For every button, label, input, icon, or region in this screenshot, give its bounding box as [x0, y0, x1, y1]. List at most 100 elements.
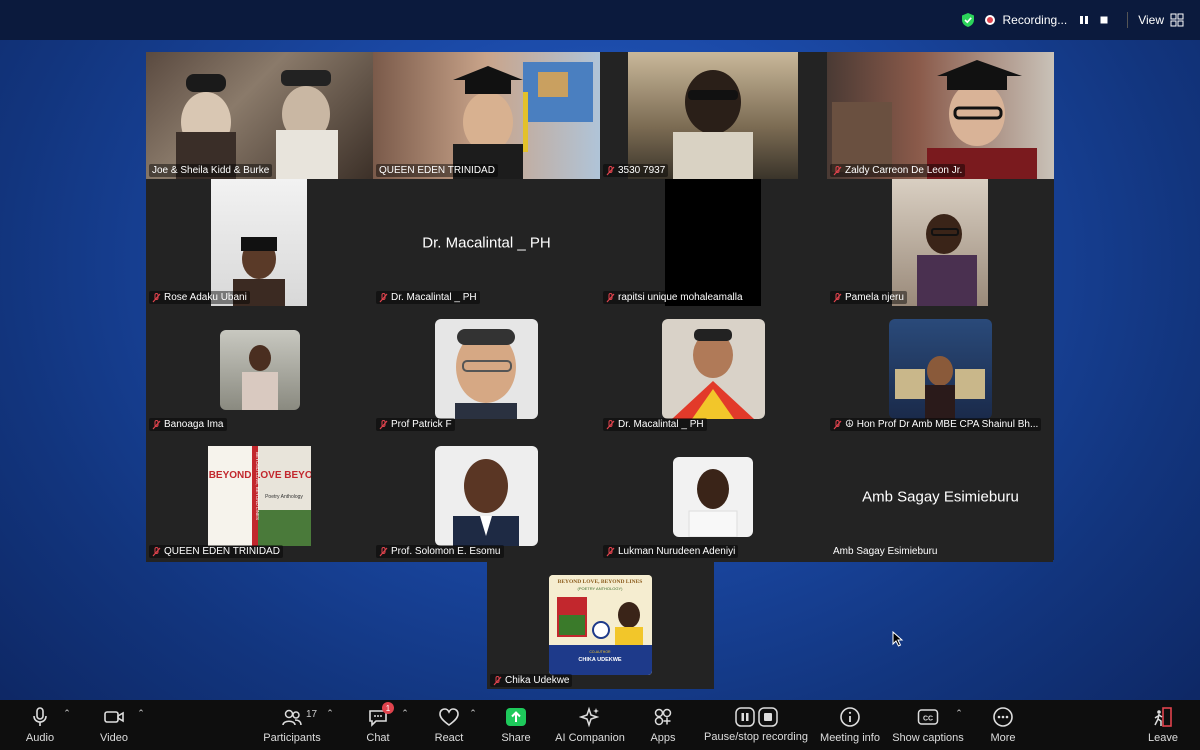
- participant-video-image: [917, 214, 977, 306]
- chevron-up-icon: ⌃: [137, 708, 145, 718]
- participant-name: Rose Adaku Ubani: [149, 291, 250, 304]
- react-label: React: [434, 732, 464, 744]
- participant-tile[interactable]: Zaldy Carreon De Leon Jr.: [827, 52, 1054, 179]
- book-flyer-avatar: BEYOND LOVE, BEYOND LINES (POETRY ANTHOL…: [549, 575, 652, 675]
- book-cover-image: BEYOND LOVE BEYOND LINES Poetry Antholog…: [208, 446, 360, 546]
- video-options-caret[interactable]: ⌃: [134, 700, 148, 750]
- mic-muted-icon: [606, 546, 615, 556]
- react-options-caret[interactable]: ⌃: [466, 700, 480, 750]
- mic-muted-icon: [152, 292, 161, 302]
- mic-muted-icon: [833, 292, 842, 302]
- participant-tile[interactable]: BEYOND LOVE BEYOND LINES Poetry Antholog…: [146, 433, 373, 560]
- participant-name: Chika Udekwe: [490, 674, 573, 687]
- participant-video-image: [673, 70, 753, 179]
- mic-muted-icon: [606, 165, 615, 175]
- participant-video: [628, 52, 798, 179]
- view-button[interactable]: View: [1138, 13, 1164, 27]
- apps-button[interactable]: Apps: [645, 700, 681, 750]
- participant-tile[interactable]: Prof. Solomon E. Esomu: [373, 433, 600, 560]
- book-cover-subtitle: Poetry Anthology: [265, 494, 303, 500]
- participant-name: ☮ Hon Prof Dr Amb MBE CPA Shainul Bh...: [830, 418, 1042, 431]
- microphone-icon: [33, 707, 47, 726]
- participant-tile[interactable]: Dr. Macalintal _ PH: [600, 306, 827, 433]
- leave-button[interactable]: Leave: [1145, 700, 1181, 750]
- shield-icon[interactable]: [961, 13, 975, 27]
- participant-video-image: [453, 62, 593, 179]
- participant-avatar-photo: [435, 319, 538, 419]
- more-button[interactable]: More: [985, 700, 1021, 750]
- participant-name: Banoaga Ima: [149, 418, 227, 431]
- participants-label: Participants: [263, 732, 321, 744]
- divider: [1127, 12, 1129, 28]
- mic-muted-icon: [379, 292, 388, 302]
- video-off-name: Amb Sagay Esimieburu: [862, 488, 1019, 505]
- captions-options-caret[interactable]: ⌃: [952, 700, 966, 750]
- recording-controls: [734, 707, 778, 727]
- participant-name: Dr. Macalintal _ PH: [376, 291, 480, 304]
- video-button[interactable]: Video: [94, 700, 134, 750]
- participant-name: Zaldy Carreon De Leon Jr.: [830, 164, 966, 177]
- participant-tile[interactable]: Lukman Nurudeen Adeniyi: [600, 433, 827, 560]
- mic-muted-icon: [152, 419, 161, 429]
- mic-muted-icon: [379, 419, 388, 429]
- participant-tile[interactable]: rapitsi unique mohaleamalla: [600, 179, 827, 306]
- meeting-info-button[interactable]: Meeting info: [818, 700, 882, 750]
- participant-tile[interactable]: BEYOND LOVE, BEYOND LINES (POETRY ANTHOL…: [487, 562, 714, 689]
- participant-tile[interactable]: Dr. Macalintal _ PH Dr. Macalintal _ PH: [373, 179, 600, 306]
- stop-recording-icon[interactable]: [1097, 13, 1111, 27]
- chevron-up-icon: ⌃: [401, 708, 409, 718]
- participant-name: QUEEN EDEN TRINIDAD: [149, 545, 283, 558]
- participant-tile[interactable]: ☮ Hon Prof Dr Amb MBE CPA Shainul Bh...: [827, 306, 1054, 433]
- share-screen-icon: [506, 708, 526, 726]
- mic-muted-icon: [152, 546, 161, 556]
- mic-muted-icon: [833, 165, 842, 175]
- chat-unread-badge: 1: [382, 702, 394, 714]
- participant-tile[interactable]: Banoaga Ima: [146, 306, 373, 433]
- participant-tile[interactable]: Prof Patrick F: [373, 306, 600, 433]
- chevron-up-icon: ⌃: [326, 708, 334, 718]
- participant-name: Joe & Sheila Kidd & Burke: [149, 164, 273, 177]
- chat-button[interactable]: Chat 1: [360, 700, 396, 750]
- react-button[interactable]: React: [431, 700, 467, 750]
- participant-video: [665, 179, 761, 306]
- participant-avatar-photo: [889, 319, 992, 419]
- participants-options-caret[interactable]: ⌃: [323, 700, 337, 750]
- flyer-coauthor-label: CO-AUTHOR: [589, 650, 611, 654]
- participants-button[interactable]: Participants 17: [262, 700, 322, 750]
- participant-avatar-photo: [673, 457, 753, 538]
- participant-tile[interactable]: Amb Sagay Esimieburu Amb Sagay Esimiebur…: [827, 433, 1054, 560]
- video-camera-icon: [104, 711, 124, 723]
- participant-video: [827, 52, 1054, 179]
- pause-recording-icon[interactable]: [1077, 13, 1091, 27]
- participant-tile[interactable]: Pamela njeru: [827, 179, 1054, 306]
- view-grid-icon[interactable]: [1170, 13, 1184, 27]
- participant-name: Prof Patrick F: [376, 418, 455, 431]
- flyer-title: BEYOND LOVE, BEYOND LINES: [558, 579, 643, 585]
- participant-video: [146, 52, 373, 179]
- chat-options-caret[interactable]: ⌃: [398, 700, 412, 750]
- ai-companion-button[interactable]: AI Companion: [555, 700, 625, 750]
- mic-muted-icon: [606, 292, 615, 302]
- heart-icon: [439, 708, 459, 726]
- share-button[interactable]: Share: [498, 700, 534, 750]
- participant-tile[interactable]: Joe & Sheila Kidd & Burke: [146, 52, 373, 179]
- pause-stop-recording-button[interactable]: Pause/stop recording: [703, 700, 809, 750]
- participant-tile[interactable]: Rose Adaku Ubani: [146, 179, 373, 306]
- participant-tile[interactable]: 3530 7937: [600, 52, 827, 179]
- participant-video-image: [233, 237, 285, 306]
- audio-options-caret[interactable]: ⌃: [60, 700, 74, 750]
- audio-label: Audio: [25, 732, 55, 744]
- participant-video: [211, 179, 307, 306]
- audio-button[interactable]: Audio: [20, 700, 60, 750]
- stop-icon: [757, 707, 778, 727]
- participant-video: [373, 52, 600, 179]
- more-label: More: [990, 732, 1016, 744]
- sparkle-icon: [579, 706, 600, 728]
- participant-tile[interactable]: QUEEN EDEN TRINIDAD: [373, 52, 600, 179]
- participant-name: Pamela njeru: [830, 291, 907, 304]
- participant-video-image: [242, 345, 278, 410]
- book-flyer-image: BEYOND LOVE, BEYOND LINES (POETRY ANTHOL…: [549, 575, 652, 675]
- participant-name: Lukman Nurudeen Adeniyi: [603, 545, 739, 558]
- pause-stop-recording-label: Pause/stop recording: [704, 731, 808, 743]
- participant-avatar-photo: [220, 330, 300, 410]
